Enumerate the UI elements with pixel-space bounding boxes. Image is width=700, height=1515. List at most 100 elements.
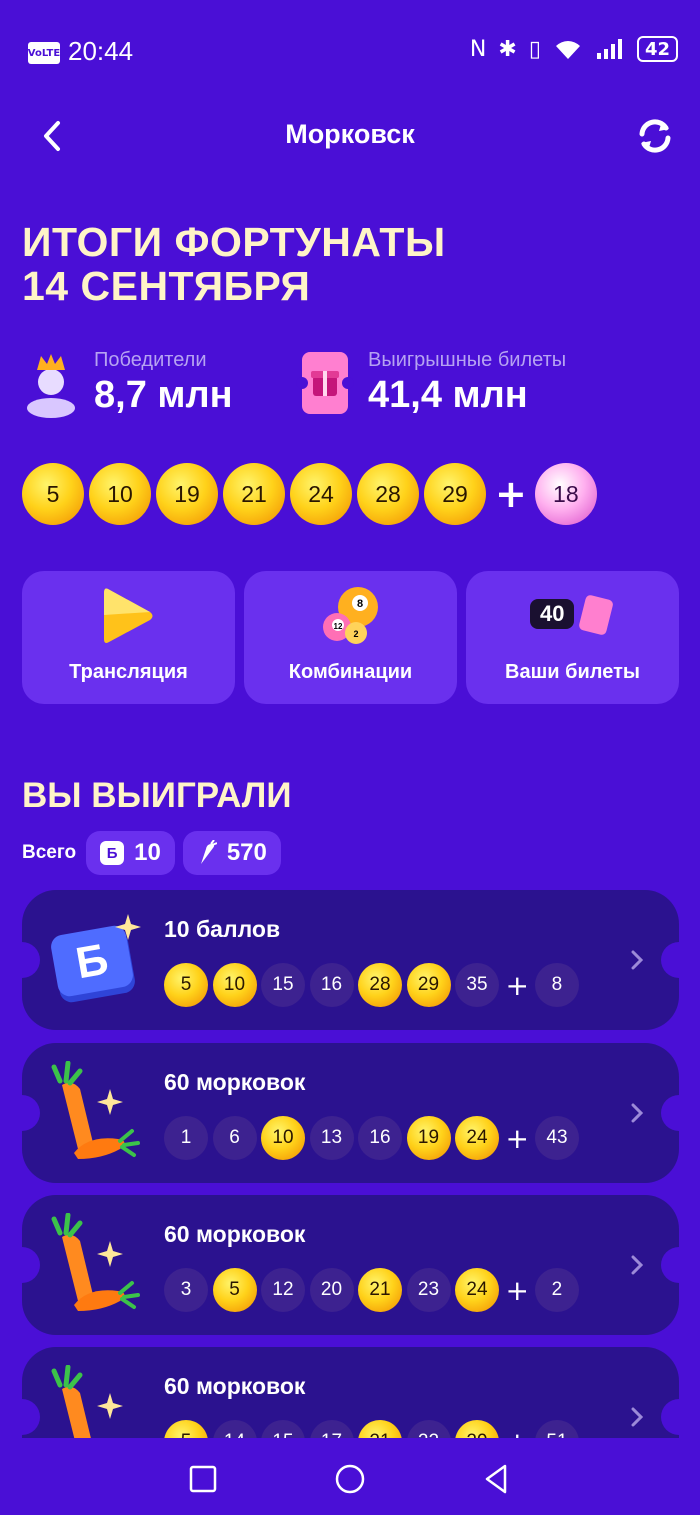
prize-name: 60 морковок <box>164 1373 306 1399</box>
ticket-ball: 10 <box>212 963 257 1007</box>
ticket-notch <box>661 942 679 978</box>
ticket-ball: 24 <box>455 1268 499 1312</box>
carrot-icon <box>51 1365 123 1438</box>
ticket-ball: 29 <box>455 1420 499 1438</box>
tickets-count-badge: 40 <box>530 599 575 629</box>
combinations-label: Комбинации <box>288 661 413 683</box>
svg-text:8: 8 <box>356 598 362 610</box>
your-tickets-button[interactable]: 40 Ваши билеты <box>466 571 679 704</box>
ticket-ball: 5 <box>212 1268 257 1312</box>
ticket-icon <box>579 595 613 635</box>
back-icon[interactable] <box>480 1462 514 1496</box>
ticket-ball: 24 <box>455 1116 499 1160</box>
plus-sign: + <box>495 472 527 516</box>
chevron-right-icon <box>631 1407 644 1427</box>
recents-icon[interactable] <box>186 1462 220 1496</box>
app-header: Морковск <box>0 105 700 170</box>
ticket-ball: 20 <box>309 1268 354 1312</box>
winning-tickets-value: 41,4 млн <box>368 374 528 416</box>
drawn-ball: 10 <box>89 463 151 525</box>
totals-label: Всего <box>22 842 77 863</box>
ticket-bonus-ball: 43 <box>534 1116 579 1160</box>
prize-ticket[interactable]: 60 морковок 1 6 10 13 16 19 24 + 43 <box>22 1043 679 1183</box>
ticket-notch <box>22 1399 40 1435</box>
ticket-numbers: 1 6 10 13 16 19 24 + 43 <box>164 1116 583 1160</box>
svg-text:2: 2 <box>353 629 358 639</box>
status-bar: VoLTE 20:44 N ✱ ▯ 42 <box>0 0 700 105</box>
ticket-ball: 14 <box>212 1420 257 1438</box>
drawn-ball: 24 <box>290 463 352 525</box>
ticket-ball: 5 <box>164 1420 208 1438</box>
drawn-ball: 28 <box>357 463 419 525</box>
points-total-chip: Б 10 <box>86 831 175 875</box>
ticket-ball: 16 <box>309 963 354 1007</box>
ticket-ball: 21 <box>358 1420 402 1438</box>
carrot-icon <box>51 1061 140 1159</box>
broadcast-label: Трансляция <box>69 661 188 683</box>
ticket-bonus-ball: 2 <box>534 1268 579 1312</box>
ticket-ball: 29 <box>406 963 451 1007</box>
winner-person-icon <box>27 354 75 418</box>
vibrate-icon: ▯ <box>528 36 541 62</box>
plus-sign: + <box>505 968 529 1002</box>
svg-text:12: 12 <box>333 622 342 631</box>
plus-sign: + <box>505 1121 529 1155</box>
prize-name: 60 морковок <box>164 1221 306 1247</box>
drawn-ball: 29 <box>424 463 486 525</box>
signal-icon <box>596 39 622 59</box>
combinations-button[interactable]: 8 12 2 Комбинации <box>244 571 457 704</box>
drawn-ball: 19 <box>156 463 218 525</box>
ticket-notch <box>22 942 40 978</box>
ticket-ball: 23 <box>406 1268 451 1312</box>
ticket-numbers: 5 14 15 17 21 22 29 + 51 <box>164 1420 583 1438</box>
results-title-line1: ИТОГИ ФОРТУНАТЫ <box>22 219 446 265</box>
ticket-notch <box>22 1095 40 1131</box>
ticket-ball: 21 <box>358 1268 402 1312</box>
ticket-ball: 28 <box>358 963 402 1007</box>
ticket-ball: 10 <box>261 1116 305 1160</box>
ticket-ball: 6 <box>212 1116 257 1160</box>
ticket-bonus-ball: 51 <box>534 1420 579 1438</box>
ticket-bonus-ball: 8 <box>534 963 579 1007</box>
prize-name: 60 морковок <box>164 1069 306 1095</box>
ticket-notch <box>22 1247 40 1283</box>
ticket-numbers: 5 10 15 16 28 29 35 + 8 <box>164 963 583 1007</box>
drawn-ball: 21 <box>223 463 285 525</box>
refresh-icon[interactable] <box>636 117 674 155</box>
winners-label: Победители <box>94 349 207 371</box>
points-icon: Б <box>51 914 141 1003</box>
winners-stat: Победители 8,7 млн <box>22 348 233 418</box>
prize-ticket[interactable]: 60 морковок 5 14 15 17 21 22 29 + 51 <box>22 1347 679 1438</box>
results-title: ИТОГИ ФОРТУНАТЫ 14 СЕНТЯБРЯ <box>22 220 446 308</box>
plus-sign: + <box>506 1426 529 1439</box>
your-tickets-label: Ваши билеты <box>505 661 640 683</box>
winning-tickets-stat: Выигрышные билеты 41,4 млн <box>296 348 566 418</box>
status-time: 20:44 <box>68 36 134 66</box>
prize-ticket[interactable]: 60 морковок 3 5 12 20 21 23 24 + 2 <box>22 1195 679 1335</box>
wifi-icon <box>555 41 580 59</box>
volte-icon: VoLTE <box>28 42 60 64</box>
status-icons: N ✱ ▯ 42 <box>470 36 678 62</box>
ticket-ball: 15 <box>261 1420 305 1438</box>
results-title-line2: 14 СЕНТЯБРЯ <box>22 263 311 309</box>
ticket-ball: 5 <box>164 963 208 1007</box>
carrot-icon <box>200 840 217 864</box>
prize-ticket[interactable]: Б 10 баллов 5 10 15 16 28 29 35 + 8 <box>22 890 679 1030</box>
broadcast-button[interactable]: Трансляция <box>22 571 235 704</box>
header-title: Морковск <box>285 119 415 149</box>
ticket-ball: 3 <box>164 1268 208 1312</box>
prize-name: 10 баллов <box>164 916 281 942</box>
carrot-icon <box>51 1213 140 1311</box>
won-totals: Всего Б 10 570 <box>22 831 281 875</box>
won-title: ВЫ ВЫИГРАЛИ <box>22 776 292 815</box>
carrots-total: 570 <box>226 839 267 866</box>
ticket-notch <box>661 1247 679 1283</box>
ticket-ball: 35 <box>455 963 499 1007</box>
lottery-balls-icon: 8 12 2 <box>322 587 378 644</box>
gift-ticket-icon <box>296 352 354 414</box>
ticket-ball: 22 <box>406 1420 451 1438</box>
plus-sign: + <box>505 1273 529 1307</box>
ticket-ball: 15 <box>261 963 305 1007</box>
home-icon[interactable] <box>333 1462 367 1496</box>
bluetooth-icon: ✱ <box>498 36 517 62</box>
